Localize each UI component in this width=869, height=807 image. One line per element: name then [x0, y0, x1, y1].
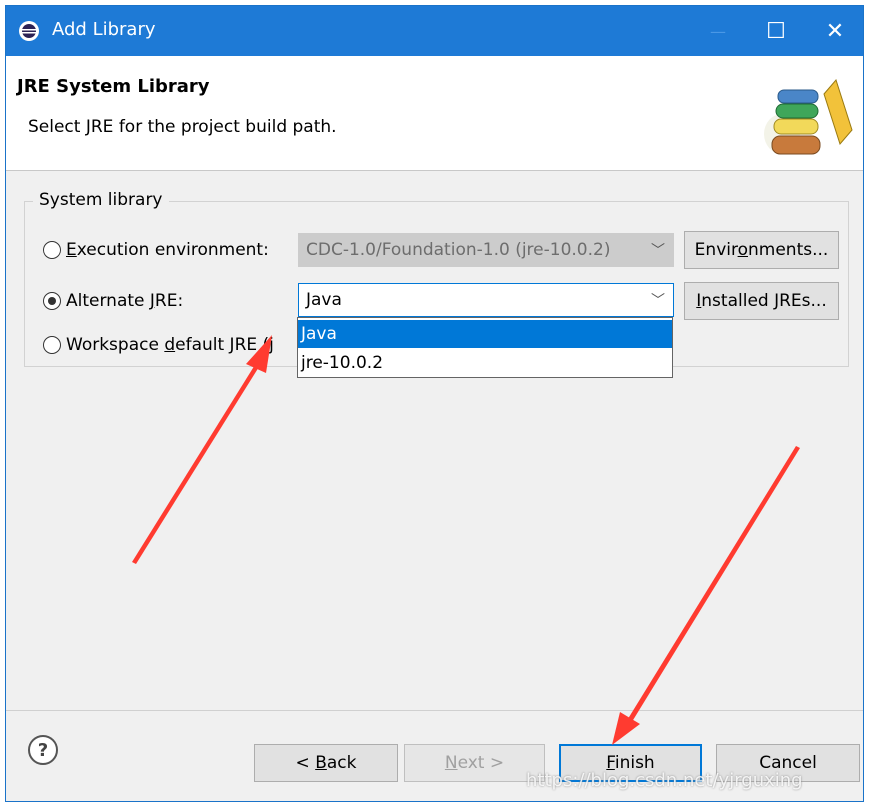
maximize-icon: ☐ — [766, 18, 786, 44]
jre-dropdown-list: Java jre-10.0.2 — [297, 317, 673, 378]
system-library-label: System library — [33, 190, 169, 210]
back-button[interactable]: < Back — [254, 744, 398, 782]
radio-execution-environment[interactable] — [43, 241, 61, 259]
installed-jres-button[interactable]: Installed JREs... — [684, 282, 839, 320]
watermark-text: https://blog.csdn.net/yjrguxing — [526, 770, 803, 791]
eclipse-icon — [19, 21, 39, 41]
page-description: Select JRE for the project build path. — [28, 117, 337, 137]
footer-separator — [6, 710, 863, 711]
radio-alternate-jre[interactable] — [43, 292, 61, 310]
next-button[interactable]: Next > — [404, 744, 545, 782]
maximize-button[interactable]: ☐ — [747, 6, 805, 56]
execution-environment-label: Execution environment: — [66, 240, 269, 260]
alternate-jre-radio[interactable]: Alternate JRE: — [43, 291, 183, 311]
workspace-default-jre-label: Workspace default JRE (j — [66, 335, 274, 355]
chevron-down-icon: ﹀ — [651, 293, 665, 309]
window-title: Add Library — [52, 19, 156, 40]
alternate-jre-value: Java — [306, 290, 342, 310]
title-bar[interactable]: Add Library — ☐ ✕ — [6, 6, 863, 56]
execution-environment-value: CDC-1.0/Foundation-1.0 (jre-10.0.2) — [306, 240, 611, 260]
execution-environment-combo[interactable]: CDC-1.0/Foundation-1.0 (jre-10.0.2) ﹀ — [298, 233, 674, 267]
chevron-down-icon: ﹀ — [651, 243, 665, 259]
execution-environment-radio[interactable]: Execution environment: — [43, 240, 269, 260]
workspace-default-jre-radio[interactable]: Workspace default JRE (j — [43, 335, 274, 355]
page-title: JRE System Library — [17, 76, 210, 97]
add-library-dialog: Add Library — ☐ ✕ JRE System Library Sel… — [5, 5, 864, 802]
alternate-jre-combo[interactable]: Java ﹀ — [298, 283, 674, 317]
alternate-jre-label: Alternate JRE: — [66, 291, 184, 311]
environments-button[interactable]: Environments... — [684, 231, 839, 269]
dropdown-option-jre-10[interactable]: jre-10.0.2 — [298, 349, 672, 377]
close-icon: ✕ — [825, 18, 845, 44]
close-button[interactable]: ✕ — [806, 6, 864, 56]
library-books-icon — [762, 74, 856, 162]
radio-workspace-default-jre[interactable] — [43, 336, 61, 354]
help-icon[interactable]: ? — [28, 735, 58, 765]
minimize-icon: — — [710, 21, 726, 41]
wizard-header: JRE System Library Select JRE for the pr… — [6, 56, 863, 171]
dropdown-option-java[interactable]: Java — [298, 320, 672, 348]
minimize-button[interactable]: — — [689, 6, 747, 56]
